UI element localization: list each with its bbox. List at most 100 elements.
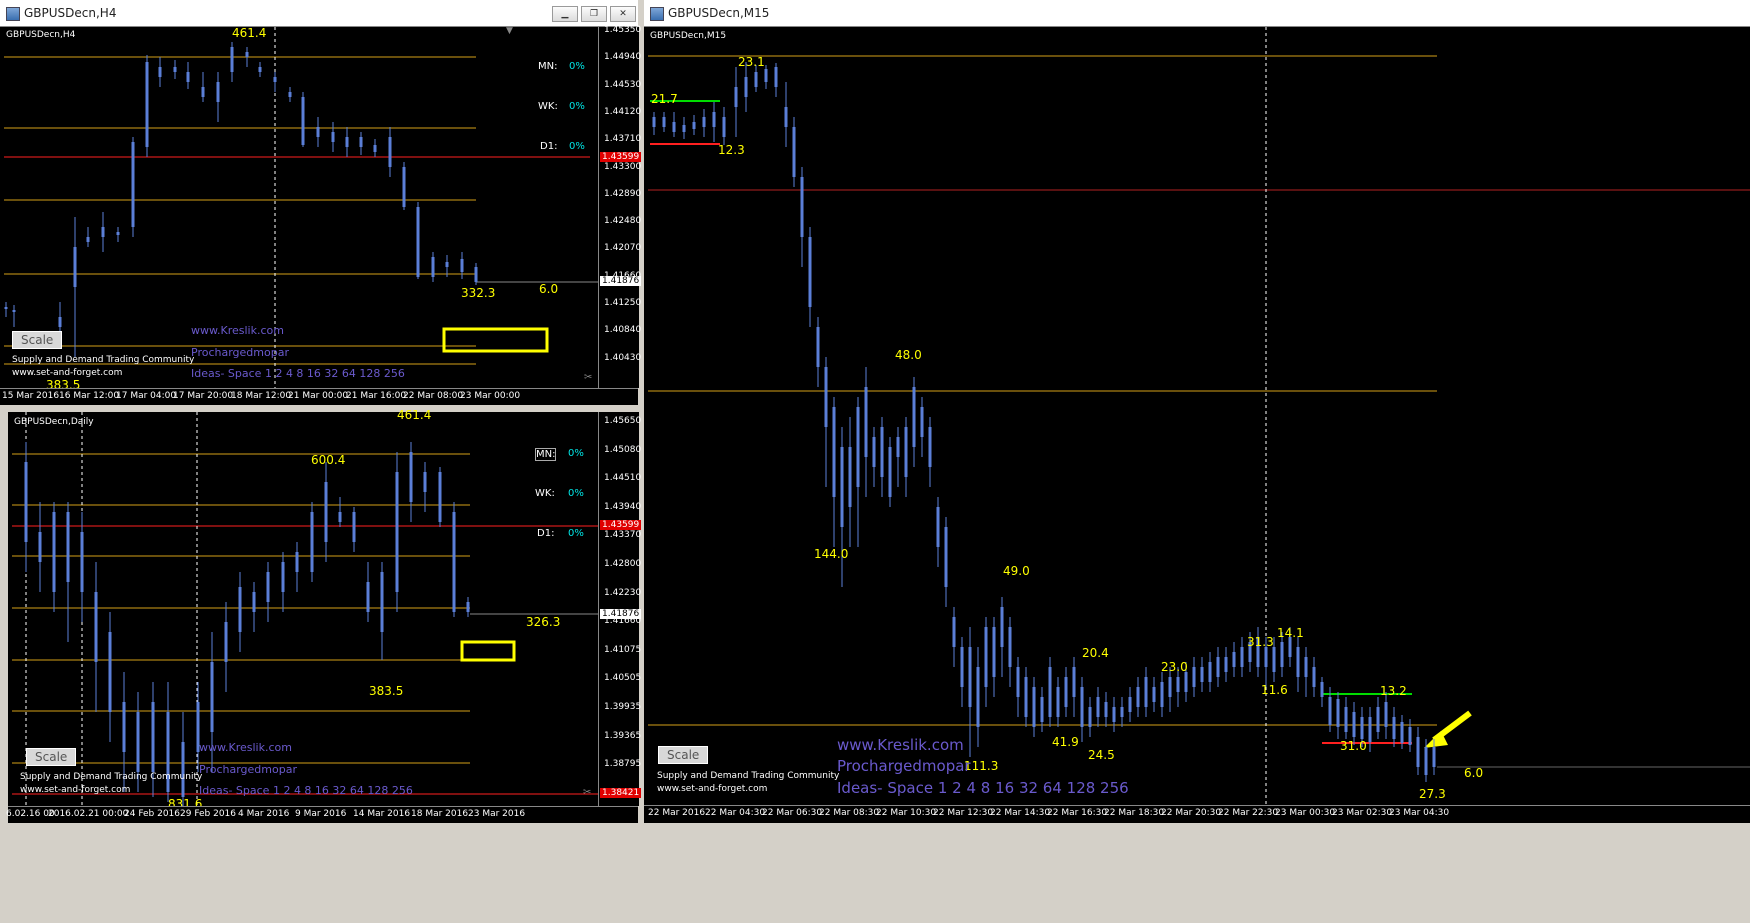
candle-body bbox=[1264, 647, 1268, 667]
candle-body bbox=[1184, 672, 1188, 692]
candle-body bbox=[245, 52, 249, 57]
scroll-marker: ▼ bbox=[506, 27, 513, 36]
scale-button[interactable]: Scale bbox=[26, 748, 77, 766]
candle-body bbox=[1024, 677, 1028, 717]
candle-body bbox=[1416, 737, 1420, 767]
candle-body bbox=[151, 702, 155, 772]
annotation: 31.3 bbox=[1247, 635, 1274, 649]
annotation: 461.4 bbox=[397, 408, 432, 422]
candle-body bbox=[423, 472, 427, 492]
candle-body bbox=[460, 259, 464, 272]
candle-body bbox=[1296, 647, 1300, 677]
time-tick-label: 17 Mar 20:00 bbox=[173, 391, 234, 401]
candle-body bbox=[80, 532, 84, 592]
candle-body bbox=[452, 512, 456, 612]
daily-time-axis[interactable]: 6.02.16 00 2016.02.21 00:00 24 Feb 2016 29 … bbox=[6, 806, 638, 824]
time-tick-label: 23 Mar 02:30 bbox=[1332, 808, 1393, 818]
candle-body bbox=[402, 167, 406, 207]
candle-body bbox=[864, 387, 868, 457]
candle-body bbox=[1008, 627, 1012, 667]
close-chart-icon[interactable]: ✂ bbox=[583, 787, 591, 798]
price-tick-label: 1.42230 bbox=[604, 587, 642, 598]
time-tick-label: 22 Mar 22:30 bbox=[1218, 808, 1279, 818]
annotation: 41.9 bbox=[1052, 735, 1079, 749]
scale-button[interactable]: Scale bbox=[658, 746, 709, 764]
restore-button[interactable]: ❐ bbox=[581, 6, 607, 22]
price-tick-label: 1.41075 bbox=[604, 644, 642, 655]
candle-body bbox=[24, 462, 28, 542]
url-text: www.set-and-forget.com bbox=[12, 368, 123, 378]
annotation: 24.5 bbox=[1088, 748, 1115, 762]
price-tick-label: 1.39365 bbox=[604, 730, 642, 741]
candle-body bbox=[1200, 667, 1204, 682]
price-tick-label: 1.42800 bbox=[604, 559, 642, 569]
h4-time-axis[interactable]: 15 Mar 2016 16 Mar 12:00 17 Mar 04:00 17 Ma… bbox=[0, 388, 638, 405]
scale-button[interactable]: Scale bbox=[12, 331, 63, 349]
annotation: 14.1 bbox=[1277, 626, 1304, 640]
candle-body bbox=[216, 82, 220, 102]
kreslik-watermark: www.Kreslik.com bbox=[837, 736, 964, 754]
annotation: 20.4 bbox=[1082, 646, 1109, 660]
h4-titlebar[interactable]: GBPUSDecn,H4 ▁ ❐ ✕ bbox=[0, 0, 638, 27]
annotation: 13.2 bbox=[1380, 684, 1407, 698]
price-tick-label: 1.40505 bbox=[604, 673, 642, 684]
candle-body bbox=[1376, 707, 1380, 732]
daily-price-axis[interactable]: 1.45650 1.45080 1.44510 1.43940 1.43370 1.428… bbox=[598, 412, 642, 806]
close-button[interactable]: ✕ bbox=[610, 6, 636, 22]
ideas-watermark: Ideas- Space 1 2 4 8 16 32 64 128 256 bbox=[191, 367, 405, 380]
candle-body bbox=[173, 67, 177, 72]
price-tick-label: 1.42480 bbox=[604, 216, 642, 227]
highlight-box bbox=[460, 640, 516, 662]
annotation: 21.7 bbox=[651, 92, 678, 106]
candle-body bbox=[52, 512, 56, 592]
price-tick-label: 1.45350 bbox=[604, 25, 642, 35]
time-tick-label: 23 Mar 2016 bbox=[468, 809, 526, 819]
annotation: 12.3 bbox=[718, 143, 745, 157]
candle-body bbox=[266, 572, 270, 602]
annotation: 383.5 bbox=[369, 684, 404, 698]
chart-window-icon bbox=[650, 7, 664, 21]
time-tick-label: 22 Mar 20:30 bbox=[1161, 808, 1222, 818]
candle-body bbox=[1280, 642, 1284, 667]
candle-body bbox=[744, 77, 748, 97]
candle-body bbox=[896, 437, 900, 457]
price-tick-label: 1.39935 bbox=[604, 702, 642, 712]
candle-body bbox=[324, 482, 328, 542]
m15-time-axis[interactable]: 22 Mar 2016 22 Mar 04:30 22 Mar 06:30 22 Ma… bbox=[644, 805, 1750, 824]
h4-chart-window: GBPUSDecn,H4 ▁ ❐ ✕ ▼ GBPUSDecn,H4 461.4 … bbox=[0, 0, 642, 405]
annotation: 332.3 bbox=[461, 286, 496, 300]
mn-value: 0% bbox=[568, 448, 584, 459]
price-tick-label: 1.44940 bbox=[604, 52, 642, 63]
time-tick-label: 22 Mar 2016 bbox=[648, 808, 706, 818]
candle-body bbox=[1032, 687, 1036, 727]
candle-body bbox=[131, 142, 135, 227]
mn-value: 0% bbox=[569, 61, 585, 72]
h4-candles: ▼ bbox=[4, 27, 598, 388]
candle-body bbox=[960, 647, 964, 687]
daily-candles bbox=[12, 412, 598, 806]
m15-titlebar[interactable]: GBPUSDecn,M15 bbox=[644, 0, 1750, 27]
h4-price-axis[interactable]: 1.45350 1.44940 1.44530 1.44120 1.43710 1.433… bbox=[598, 25, 642, 388]
wk-value: 0% bbox=[568, 488, 584, 499]
candle-body bbox=[101, 227, 105, 237]
candle-body bbox=[12, 310, 16, 312]
candle-body bbox=[1352, 712, 1356, 737]
candle-body bbox=[1112, 707, 1116, 722]
daily-plot-area[interactable]: GBPUSDecn,Daily 461.4 600.4 326.3 383.5 … bbox=[8, 408, 598, 811]
candle-body bbox=[1312, 667, 1316, 687]
time-tick-label: 21 Mar 00:00 bbox=[288, 391, 349, 401]
candle-body bbox=[1136, 687, 1140, 707]
minimize-button[interactable]: ▁ bbox=[552, 6, 578, 22]
current-price-tag: 1.41876 bbox=[600, 276, 642, 286]
candle-body bbox=[832, 407, 836, 497]
h4-plot-area[interactable]: ▼ GBPUSDecn,H4 461.4 332.3 6.0 383.5 MN:… bbox=[0, 26, 598, 392]
candle-body bbox=[984, 627, 988, 687]
candle-body bbox=[1240, 647, 1244, 667]
m15-plot-area[interactable]: GBPUSDecn,M15 23.1 21.7 12.3 48.0 144.0 … bbox=[644, 27, 1750, 805]
chart-window-icon bbox=[6, 7, 20, 21]
candle-body bbox=[920, 407, 924, 437]
price-tick-label: 1.41250 bbox=[604, 298, 642, 308]
close-chart-icon[interactable]: ✂ bbox=[584, 372, 592, 383]
candle-body bbox=[1360, 717, 1364, 739]
annotation: 49.0 bbox=[1003, 564, 1030, 578]
